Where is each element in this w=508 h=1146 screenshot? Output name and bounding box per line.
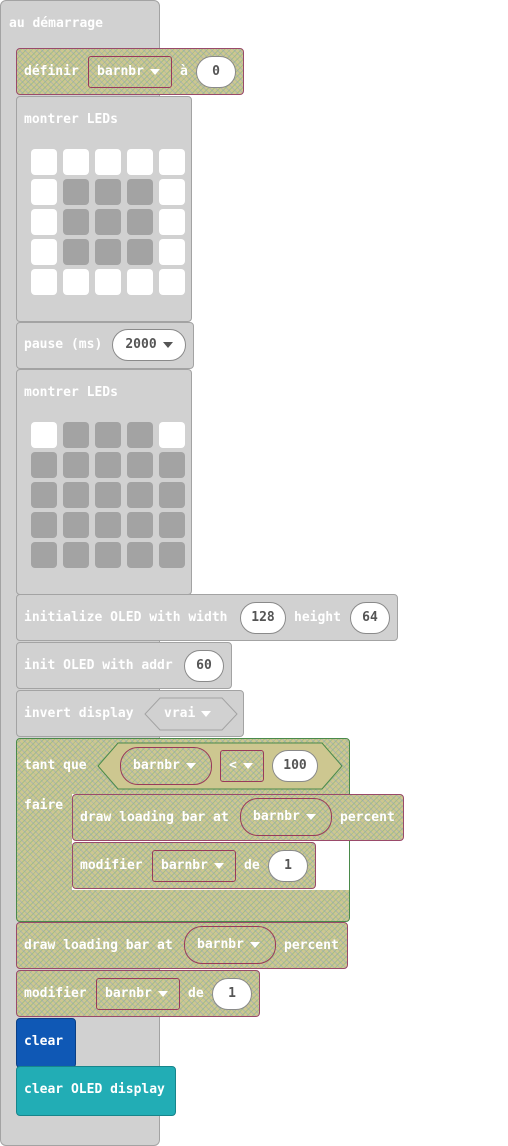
set-variable-value[interactable]: 0 [196, 56, 236, 88]
led-cell[interactable] [95, 452, 121, 478]
led-cell[interactable] [159, 512, 185, 538]
outer-change-by-label: de [188, 986, 204, 1001]
led-cell[interactable] [127, 239, 153, 265]
led-cell[interactable] [95, 422, 121, 448]
led-cell[interactable] [95, 542, 121, 568]
led-cell[interactable] [63, 239, 89, 265]
inner-draw-var[interactable]: barnbr [240, 798, 332, 836]
led-cell[interactable] [31, 179, 57, 205]
led-cell[interactable] [95, 482, 121, 508]
led-cell[interactable] [127, 149, 153, 175]
outer-draw-label: draw loading bar at [24, 938, 173, 953]
led-cell[interactable] [159, 179, 185, 205]
led-cell[interactable] [159, 239, 185, 265]
pause-dropdown[interactable]: 2000 [112, 329, 186, 361]
invert-display-label: invert display [24, 706, 134, 721]
outer-change-var[interactable]: barnbr [96, 978, 180, 1010]
led-cell[interactable] [159, 149, 185, 175]
init-addr-value[interactable]: 60 [184, 650, 224, 682]
show-leds-label-2: montrer LEDs [24, 385, 118, 400]
led-cell[interactable] [31, 512, 57, 538]
led-cell[interactable] [127, 269, 153, 295]
set-variable-label: définir [24, 64, 79, 79]
led-cell[interactable] [31, 269, 57, 295]
on-start-label: au démarrage [9, 16, 103, 31]
outer-change-label: modifier [24, 986, 87, 1001]
led-cell[interactable] [127, 542, 153, 568]
led-cell[interactable] [127, 209, 153, 235]
set-variable-dropdown[interactable]: barnbr [88, 56, 172, 88]
inner-change-var[interactable]: barnbr [152, 850, 236, 882]
while-do-label: faire [24, 798, 64, 813]
led-cell[interactable] [127, 179, 153, 205]
chevron-down-icon [305, 813, 316, 820]
led-cell[interactable] [63, 269, 89, 295]
invert-display-value: vrai [164, 706, 212, 722]
chevron-down-icon [201, 710, 212, 717]
led-cell[interactable] [127, 422, 153, 448]
set-variable-to-label: à [180, 64, 188, 79]
led-cell[interactable] [31, 482, 57, 508]
led-cell[interactable] [159, 209, 185, 235]
led-cell[interactable] [63, 149, 89, 175]
show-leds-label-1: montrer LEDs [24, 112, 118, 127]
outer-draw-suffix: percent [284, 938, 339, 953]
led-cell[interactable] [95, 512, 121, 538]
led-cell[interactable] [159, 452, 185, 478]
led-cell[interactable] [63, 512, 89, 538]
chevron-down-icon [157, 990, 168, 997]
while-operator-dropdown[interactable]: < [220, 750, 264, 782]
led-cell[interactable] [63, 209, 89, 235]
led-cell[interactable] [31, 452, 57, 478]
led-cell[interactable] [95, 209, 121, 235]
inner-draw-suffix: percent [340, 810, 395, 825]
led-cell[interactable] [159, 269, 185, 295]
led-cell[interactable] [127, 452, 153, 478]
led-cell[interactable] [159, 482, 185, 508]
pause-value: 2000 [125, 337, 157, 352]
while-condition-var[interactable]: barnbr [120, 747, 212, 785]
chevron-down-icon [242, 762, 253, 769]
led-cell[interactable] [159, 422, 185, 448]
led-cell[interactable] [127, 512, 153, 538]
clear-oled-label: clear OLED display [24, 1082, 165, 1097]
inner-change-by-label: de [244, 858, 260, 873]
outer-draw-var[interactable]: barnbr [184, 926, 276, 964]
outer-change-value[interactable]: 1 [212, 978, 252, 1010]
set-variable-name: barnbr [97, 64, 144, 79]
inner-change-label: modifier [80, 858, 143, 873]
led-cell[interactable] [31, 422, 57, 448]
led-cell[interactable] [95, 269, 121, 295]
led-cell[interactable] [31, 149, 57, 175]
init-addr-label: init OLED with addr [24, 658, 173, 673]
led-cell[interactable] [63, 542, 89, 568]
while-label: tant que [24, 758, 87, 773]
led-cell[interactable] [31, 239, 57, 265]
chevron-down-icon [249, 941, 260, 948]
inner-change-value[interactable]: 1 [268, 850, 308, 882]
init-oled-label: initialize OLED with width [24, 610, 228, 625]
while-condition-value[interactable]: 100 [272, 750, 318, 782]
led-cell[interactable] [31, 209, 57, 235]
chevron-down-icon [185, 762, 196, 769]
led-cell[interactable] [159, 542, 185, 568]
init-oled-height[interactable]: 64 [350, 602, 390, 634]
chevron-down-icon [149, 68, 160, 75]
led-cell[interactable] [95, 149, 121, 175]
led-cell[interactable] [95, 179, 121, 205]
inner-draw-label: draw loading bar at [80, 810, 229, 825]
led-cell[interactable] [63, 482, 89, 508]
pause-label: pause (ms) [24, 337, 103, 352]
chevron-down-icon [213, 862, 224, 869]
led-cell[interactable] [63, 452, 89, 478]
init-oled-width[interactable]: 128 [240, 602, 286, 634]
led-cell[interactable] [31, 542, 57, 568]
led-cell[interactable] [95, 239, 121, 265]
led-cell[interactable] [127, 482, 153, 508]
led-cell[interactable] [63, 422, 89, 448]
clear-label: clear [24, 1034, 64, 1049]
chevron-down-icon [162, 341, 173, 348]
led-cell[interactable] [63, 179, 89, 205]
init-oled-height-label: height [294, 610, 341, 625]
